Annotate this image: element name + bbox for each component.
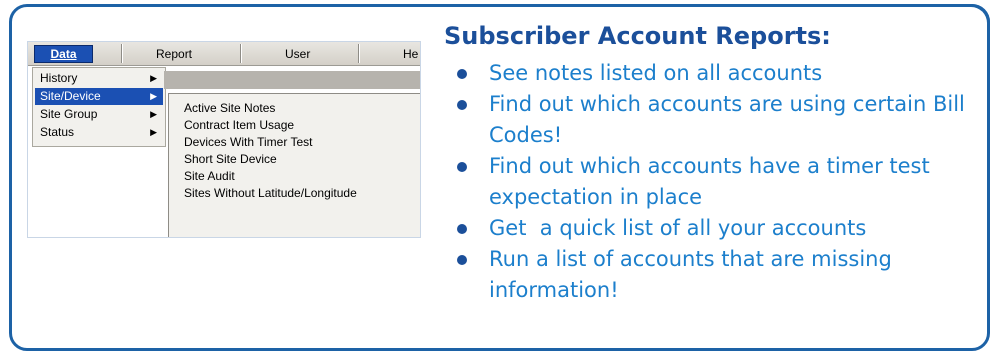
- menu-help[interactable]: He: [403, 46, 418, 62]
- dropdown-item-site-device[interactable]: Site/Device ▶: [35, 88, 163, 105]
- list-item-text: Find out which accounts have a timer tes…: [489, 154, 930, 209]
- bullet-dot: [457, 224, 467, 234]
- menu-separator: [358, 44, 360, 63]
- menu-screenshot: Data Report User He History ▶ Site/Devic…: [27, 41, 421, 238]
- menu-data[interactable]: Data: [34, 45, 93, 63]
- submenu-item-contract-item-usage[interactable]: Contract Item Usage: [184, 117, 294, 134]
- list-item-text: Get a quick list of all your accounts: [489, 216, 867, 240]
- menu-separator: [121, 44, 123, 63]
- dropdown-item-label: History: [40, 71, 78, 85]
- panel-title: Subscriber Account Reports:: [444, 22, 831, 50]
- card-corner-accent: [964, 4, 990, 30]
- window-titlebar-strip: [164, 71, 420, 89]
- dropdown-item-label: Status: [40, 125, 75, 139]
- bullet-dot: [457, 69, 467, 79]
- bullet-dot: [457, 162, 467, 172]
- submenu-item-site-audit[interactable]: Site Audit: [184, 168, 235, 185]
- submenu-item-devices-with-timer-test[interactable]: Devices With Timer Test: [184, 134, 312, 151]
- list-item: Get a quick list of all your accounts: [455, 213, 995, 244]
- submenu-arrow-icon: ▶: [150, 109, 157, 119]
- submenu-arrow-icon: ▶: [150, 91, 157, 101]
- list-item-text: Run a list of accounts that are missing …: [489, 247, 892, 302]
- list-item-text: See notes listed on all accounts: [489, 61, 823, 85]
- list-item: Find out which accounts have a timer tes…: [455, 151, 995, 213]
- menu-separator: [240, 44, 242, 63]
- submenu-arrow-icon: ▶: [150, 73, 157, 83]
- list-item: Find out which accounts are using certai…: [455, 89, 995, 151]
- dropdown-item-history[interactable]: History ▶: [35, 70, 163, 87]
- dropdown-item-status[interactable]: Status ▶: [35, 124, 163, 141]
- menubar: Data Report User He: [28, 42, 420, 66]
- dropdown-item-label: Site/Device: [40, 89, 101, 103]
- site-device-submenu: Active Site Notes Contract Item Usage De…: [168, 93, 420, 237]
- list-item: Run a list of accounts that are missing …: [455, 244, 995, 306]
- bullet-dot: [457, 100, 467, 110]
- submenu-arrow-icon: ▶: [150, 127, 157, 137]
- feature-list: See notes listed on all accounts Find ou…: [455, 58, 995, 306]
- submenu-item-active-site-notes[interactable]: Active Site Notes: [184, 100, 275, 117]
- dropdown-item-site-group[interactable]: Site Group ▶: [35, 106, 163, 123]
- bullet-dot: [457, 255, 467, 265]
- menu-report[interactable]: Report: [156, 46, 192, 62]
- menu-user[interactable]: User: [285, 46, 310, 62]
- list-item-text: Find out which accounts are using certai…: [489, 92, 965, 147]
- submenu-item-sites-without-lat-long[interactable]: Sites Without Latitude/Longitude: [184, 185, 357, 202]
- dropdown-item-label: Site Group: [40, 107, 98, 121]
- list-item: See notes listed on all accounts: [455, 58, 995, 89]
- data-dropdown: History ▶ Site/Device ▶ Site Group ▶ Sta…: [32, 67, 166, 147]
- submenu-item-short-site-device[interactable]: Short Site Device: [184, 151, 277, 168]
